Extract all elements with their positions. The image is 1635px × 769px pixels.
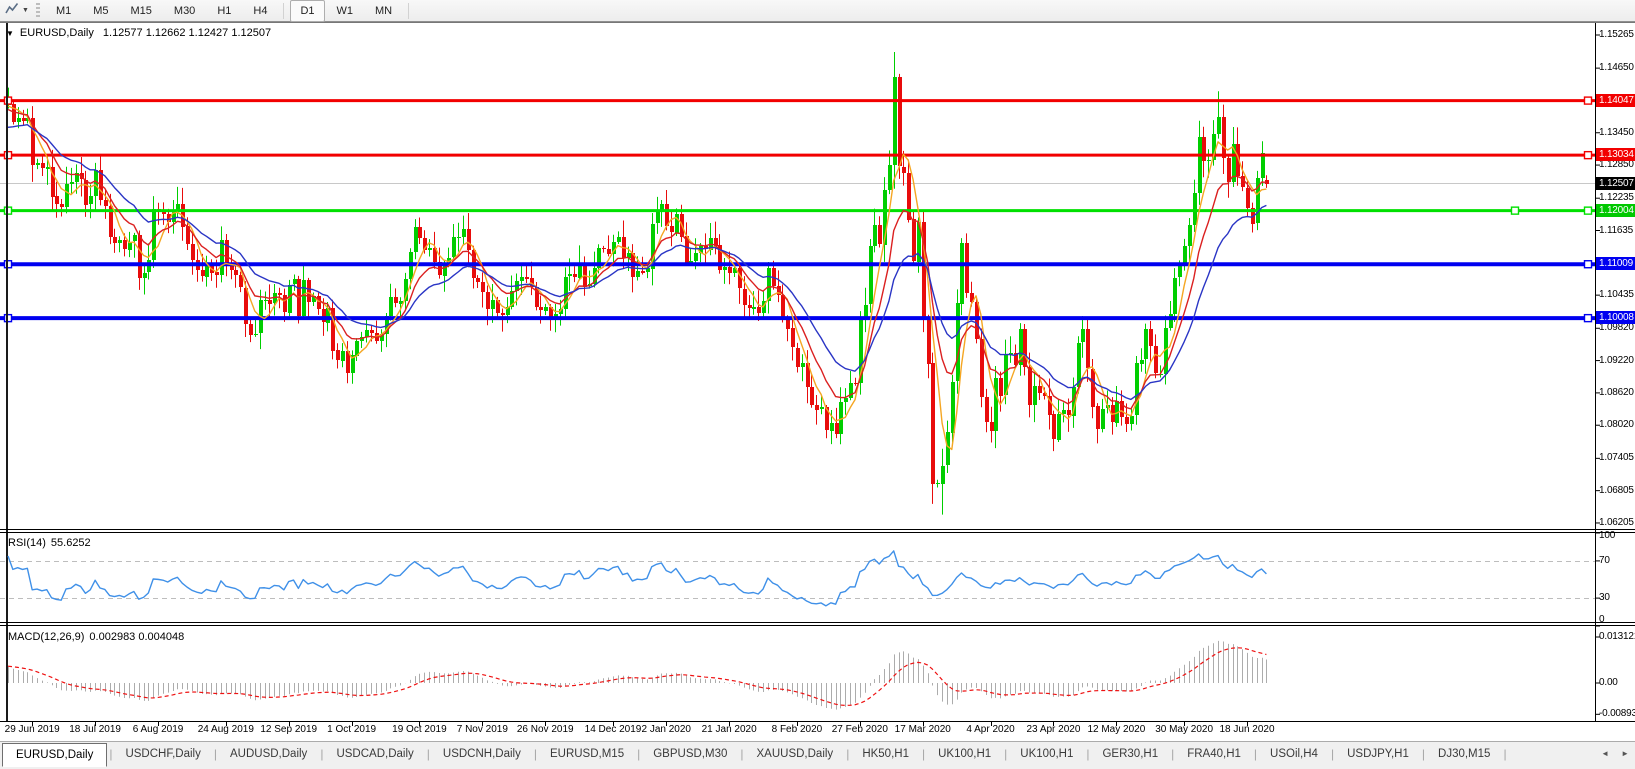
timeframe-h1-button[interactable]: H1 xyxy=(207,0,241,22)
rsi-indicator-label: RSI(14) 55.6252 xyxy=(8,537,91,549)
tab-scroll-left-icon[interactable]: ◄ xyxy=(1601,749,1609,758)
toolbar-grip[interactable] xyxy=(35,3,40,18)
tab-usdjpy-h1[interactable]: USDJPY,H1 xyxy=(1334,742,1422,766)
timeframe-buttons: M1 M5 M15 M30 H1 H4 D1 W1 MN xyxy=(45,0,414,22)
chart-title-symbol: EURUSD,Daily xyxy=(19,27,94,39)
line-chart-icon xyxy=(5,2,19,20)
symbol-tabs: EURUSD,Daily | USDCHF,Daily | AUDUSD,Daily | U… xyxy=(0,742,1507,767)
timeframe-m30-button[interactable]: M30 xyxy=(164,0,205,22)
tab-scroll-right-icon[interactable]: ► xyxy=(1621,749,1629,758)
rsi-value: 55.6252 xyxy=(50,537,91,549)
tab-usdcnh-daily[interactable]: USDCNH,Daily xyxy=(430,742,534,766)
tab-fra40-h1[interactable]: FRA40,H1 xyxy=(1174,742,1254,766)
tab-audusd-daily[interactable]: AUDUSD,Daily xyxy=(217,742,320,766)
tab-separator: | xyxy=(1503,747,1507,761)
tab-eurusd-daily[interactable]: EURUSD,Daily xyxy=(2,742,108,767)
chart-type-button[interactable]: ▼ xyxy=(0,0,33,22)
price-chart-canvas[interactable] xyxy=(0,0,1635,741)
timeframe-mn-button[interactable]: MN xyxy=(365,0,402,22)
macd-values: 0.002983 0.004048 xyxy=(89,631,185,643)
tab-uk100-h1[interactable]: UK100,H1 xyxy=(1007,742,1086,766)
tab-xauusd-daily[interactable]: XAUUSD,Daily xyxy=(744,742,847,766)
chart-title-quotes: 1.12577 1.12662 1.12427 1.12507 xyxy=(102,27,272,39)
timeframe-h4-button[interactable]: H4 xyxy=(243,0,277,22)
chevron-down-icon: ▼ xyxy=(22,7,29,14)
timeframe-m1-button[interactable]: M1 xyxy=(46,0,81,22)
tab-scroll-buttons: ◄ ► xyxy=(1601,749,1629,758)
price-axis[interactable] xyxy=(1595,22,1635,721)
chart-title: ▼ EURUSD,Daily 1.12577 1.12662 1.12427 1… xyxy=(6,27,271,39)
tab-dj30-m15[interactable]: DJ30,M15 xyxy=(1425,742,1503,766)
timeframe-m15-button[interactable]: M15 xyxy=(121,0,162,22)
symbol-tab-bar: EURUSD,Daily | USDCHF,Daily | AUDUSD,Daily | U… xyxy=(0,741,1635,769)
timeframe-m5-button[interactable]: M5 xyxy=(83,0,118,22)
tab-gbpusd-m30[interactable]: GBPUSD,M30 xyxy=(640,742,740,766)
tab-uk100-h1[interactable]: UK100,H1 xyxy=(925,742,1004,766)
tab-hk50-h1[interactable]: HK50,H1 xyxy=(849,742,922,766)
tab-eurusd-m15[interactable]: EURUSD,M15 xyxy=(537,742,637,766)
tab-ger30-h1[interactable]: GER30,H1 xyxy=(1089,742,1171,766)
macd-indicator-label: MACD(12,26,9) 0.002983 0.004048 xyxy=(8,631,185,643)
chevron-down-icon: ▼ xyxy=(6,28,14,38)
tab-usoil-h4[interactable]: USOil,H4 xyxy=(1257,742,1331,766)
top-toolbar: ▼ M1 M5 M15 M30 H1 H4 D1 W1 MN xyxy=(0,0,1635,22)
timeframe-w1-button[interactable]: W1 xyxy=(327,0,364,22)
date-axis[interactable] xyxy=(0,721,1595,741)
toolbar-separator xyxy=(283,2,285,19)
tab-usdcad-daily[interactable]: USDCAD,Daily xyxy=(323,742,426,766)
toolbar-separator xyxy=(408,2,410,19)
tab-usdchf-daily[interactable]: USDCHF,Daily xyxy=(112,742,213,766)
timeframe-d1-button[interactable]: D1 xyxy=(290,0,325,22)
